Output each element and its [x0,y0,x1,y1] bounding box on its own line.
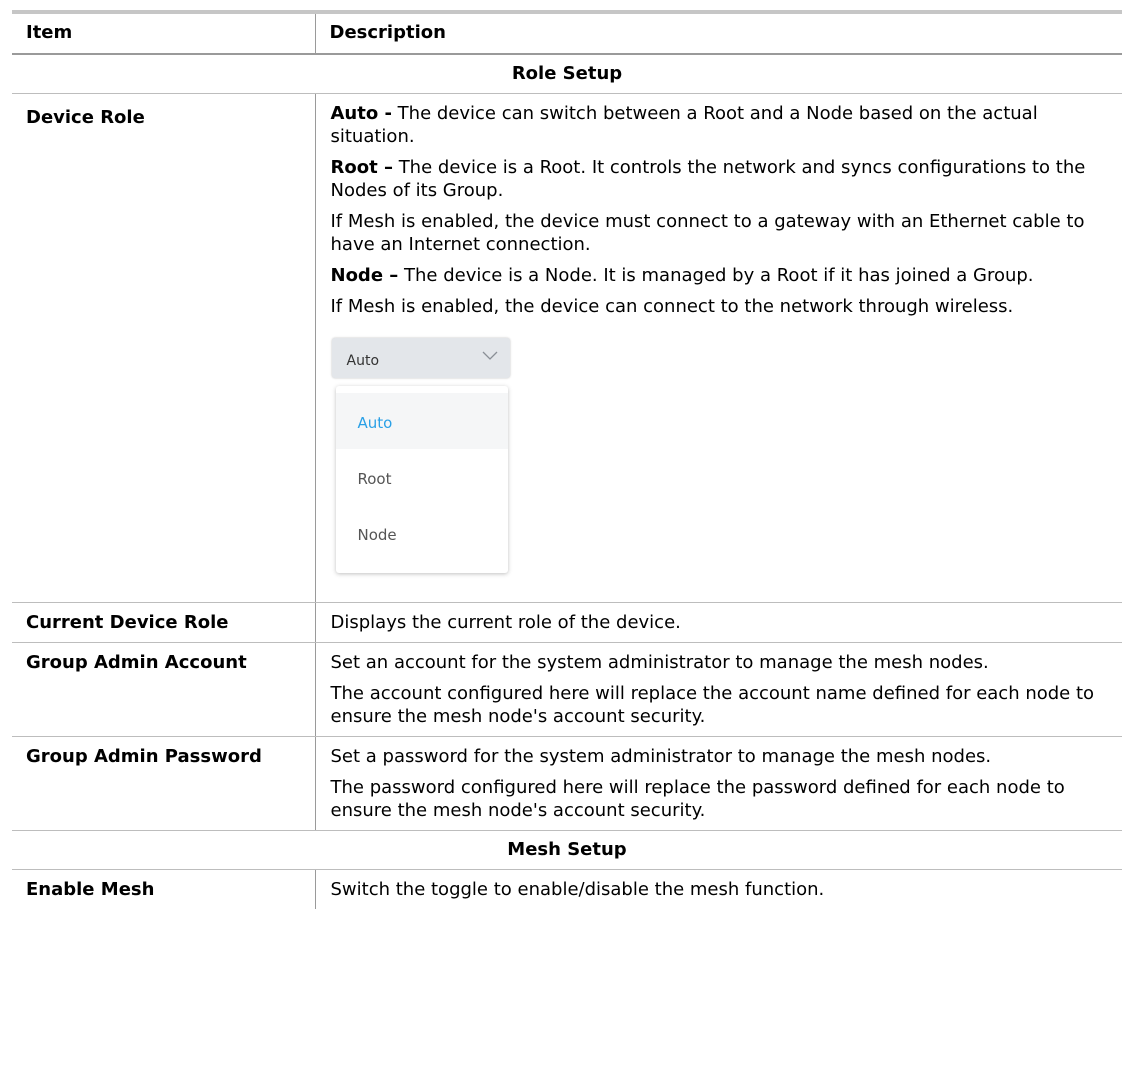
root-description: Root – The device is a Root. It controls… [331,156,1107,202]
table-row: Group Admin Account Set an account for t… [12,642,1122,737]
item-description: Displays the current role of the device. [315,602,1122,643]
description-line: The password configured here will replac… [330,777,1065,821]
table-row: Device Role Auto - The device can switch… [12,93,1122,603]
option-label: Node [357,526,397,544]
node-text: The device is a Node. It is managed by a… [398,265,1034,286]
item-description: Set a password for the system administra… [315,736,1122,831]
table-row: Enable Mesh Switch the toggle to enable/… [12,869,1122,909]
section-title: Role Setup [12,54,1122,94]
header-item: Item [12,14,316,55]
select-value: Auto [346,353,380,369]
table-header-row: Item Description [12,14,1122,55]
auto-description: Auto - The device can switch between a R… [331,102,1107,148]
item-name: Group Admin Account [12,642,316,737]
description-line: Set a password for the system administra… [330,746,992,767]
item-name: Enable Mesh [12,869,316,909]
root-text: The device is a Root. It controls the ne… [330,157,1086,201]
node-term: Node – [330,265,399,286]
option-label: Root [357,470,392,488]
dropdown-option-root[interactable]: Root [336,449,508,505]
item-description: Switch the toggle to enable/disable the … [330,879,825,900]
auto-text: The device can switch between a Root and… [330,103,1038,147]
settings-table: Item Description Role Setup Device Role … [12,14,1122,909]
root-note: If Mesh is enabled, the device must conn… [330,211,1085,255]
table-row: Group Admin Password Set a password for … [12,736,1122,831]
node-description: Node – The device is a Node. It is manag… [331,264,1107,287]
section-title: Mesh Setup [12,830,1122,870]
device-role-dropdown-screenshot: Auto Auto Root Node [331,338,512,576]
item-name: Group Admin Password [12,736,316,831]
device-role-select[interactable]: Auto [331,338,510,378]
auto-term: Auto - [330,103,392,124]
description-line: The account configured here will replace… [330,683,1095,727]
item-description: Auto - The device can switch between a R… [315,93,1122,603]
item-description: Set an account for the system administra… [315,642,1122,737]
section-row-mesh-setup: Mesh Setup [12,830,1122,870]
dropdown-option-node[interactable]: Node [336,505,508,561]
node-note: If Mesh is enabled, the device can conne… [330,296,1014,317]
item-name: Device Role [12,93,316,603]
section-row-role-setup: Role Setup [12,54,1122,94]
chevron-down-icon [482,351,497,360]
option-label: Auto [357,414,393,432]
table-row: Current Device Role Displays the current… [12,602,1122,643]
item-name: Current Device Role [12,602,316,643]
header-description: Description [315,14,1122,55]
root-term: Root – [330,157,393,178]
dropdown-menu: Auto Root Node [335,386,508,573]
dropdown-option-auto[interactable]: Auto [335,393,508,449]
description-line: Set an account for the system administra… [330,652,989,673]
